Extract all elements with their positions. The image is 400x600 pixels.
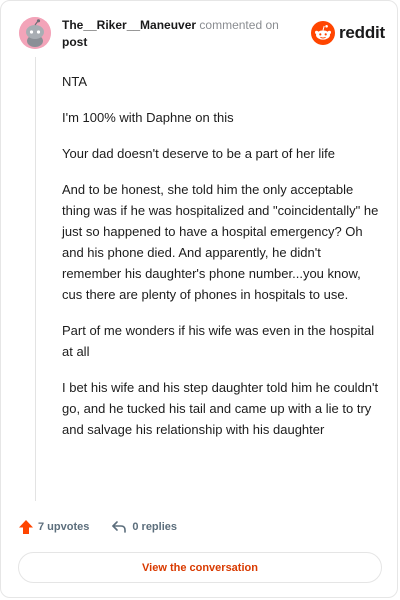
reply-arrow-icon xyxy=(111,519,127,535)
commented-on-label: commented on xyxy=(199,18,279,32)
comment-paragraph: Your dad doesn't deserve to be a part of… xyxy=(62,146,336,161)
upvotes-count: 7 upvotes xyxy=(38,521,90,533)
post-link[interactable]: post xyxy=(62,34,297,51)
comment-card: The__Riker__Maneuver commented on post r… xyxy=(0,0,398,598)
avatar[interactable] xyxy=(19,17,51,49)
comment-body: NTA I'm 100% with Daphne on this Your da… xyxy=(62,71,380,455)
username[interactable]: The__Riker__Maneuver xyxy=(62,18,196,32)
reddit-logo[interactable]: reddit xyxy=(311,21,385,45)
comment-paragraph: Part of me wonders if his wife was even … xyxy=(62,323,375,359)
thread-line xyxy=(35,57,36,501)
comment-actions: 7 upvotes 0 replies xyxy=(18,517,177,537)
upvote-button[interactable]: 7 upvotes xyxy=(18,519,89,535)
comment-paragraph: NTA xyxy=(62,74,88,89)
comment-paragraph: I bet his wife and his step daughter tol… xyxy=(62,380,379,437)
snoo-avatar-icon xyxy=(19,17,51,49)
comment-paragraph: And to be honest, she told him the only … xyxy=(62,182,379,302)
upvote-arrow-icon xyxy=(18,519,34,535)
replies-button[interactable]: 0 replies xyxy=(89,519,177,535)
reddit-wordmark: reddit xyxy=(339,23,386,42)
comment-paragraph: I'm 100% with Daphne on this xyxy=(62,110,234,125)
reddit-icon xyxy=(311,21,335,45)
replies-count: 0 replies xyxy=(132,521,177,533)
comment-header: The__Riker__Maneuver commented on post xyxy=(62,17,297,51)
view-conversation-button[interactable]: View the conversation xyxy=(18,552,382,583)
